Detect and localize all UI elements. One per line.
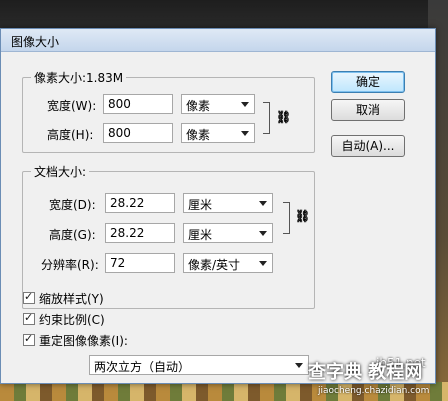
image-size-dialog: 图像大小 像素大小:1.83M 宽度(W): 像素 高度(H): 像素 ⛓ 文档…	[0, 28, 436, 384]
chain-link-icon: ⛓	[295, 209, 311, 223]
chain-link-icon: ⛓	[276, 110, 292, 124]
resolution-label: 分辨率(R):	[41, 258, 99, 272]
doc-link-bracket	[283, 202, 290, 234]
resolution-unit-value: 像素/英寸	[188, 258, 241, 272]
resample-method-value: 两次立方（自动）	[94, 360, 191, 374]
watermark-url: jiaocheng.chazidian.com	[318, 386, 430, 396]
pixel-height-input[interactable]	[103, 123, 173, 143]
doc-height-input[interactable]	[105, 223, 175, 243]
doc-width-input[interactable]	[105, 193, 175, 213]
resolution-input[interactable]	[105, 253, 175, 273]
document-size-legend: 文档大小:	[34, 165, 87, 179]
constrain-proportions-checkbox[interactable]	[23, 311, 35, 325]
doc-width-unit-value: 厘米	[188, 198, 213, 212]
pixel-height-unit-select[interactable]: 像素	[181, 123, 255, 143]
background-top	[0, 0, 448, 30]
pixel-dimensions-legend: 像素大小:1.83M	[34, 71, 124, 85]
chevron-down-icon	[259, 201, 267, 206]
pixel-width-input[interactable]	[103, 94, 173, 114]
resample-image-label: 重定图像像素(I):	[39, 334, 128, 348]
resample-image-checkbox[interactable]	[23, 332, 35, 346]
chevron-down-icon	[241, 102, 249, 107]
pixel-width-label: 宽度(W):	[47, 99, 97, 113]
chevron-down-icon	[259, 231, 267, 236]
ok-button[interactable]: 确定	[331, 71, 405, 93]
scale-styles-checkbox[interactable]	[23, 290, 35, 304]
chevron-down-icon	[295, 363, 303, 368]
pixel-width-unit-value: 像素	[186, 99, 211, 113]
chevron-down-icon	[241, 131, 249, 136]
pixel-height-unit-value: 像素	[186, 128, 211, 142]
auto-button[interactable]: 自动(A)...	[331, 135, 405, 157]
doc-height-label: 高度(G):	[49, 228, 96, 242]
doc-width-label: 宽度(D):	[49, 198, 96, 212]
title-bar[interactable]: 图像大小	[1, 29, 435, 52]
pixel-width-unit-select[interactable]: 像素	[181, 94, 255, 114]
watermark-text: 查字典 教程网	[308, 362, 423, 383]
resample-method-select[interactable]: 两次立方（自动）	[89, 355, 309, 375]
doc-height-unit-select[interactable]: 厘米	[183, 223, 273, 243]
doc-width-unit-select[interactable]: 厘米	[183, 193, 273, 213]
constrain-proportions-label: 约束比例(C)	[39, 313, 105, 327]
resolution-unit-select[interactable]: 像素/英寸	[183, 253, 273, 273]
pixel-height-label: 高度(H):	[47, 128, 94, 142]
pixel-link-bracket	[263, 102, 270, 134]
chevron-down-icon	[259, 261, 267, 266]
cancel-button[interactable]: 取消	[331, 99, 405, 121]
dialog-title: 图像大小	[11, 35, 60, 49]
scale-styles-label: 缩放样式(Y)	[39, 292, 104, 306]
doc-height-unit-value: 厘米	[188, 228, 213, 242]
